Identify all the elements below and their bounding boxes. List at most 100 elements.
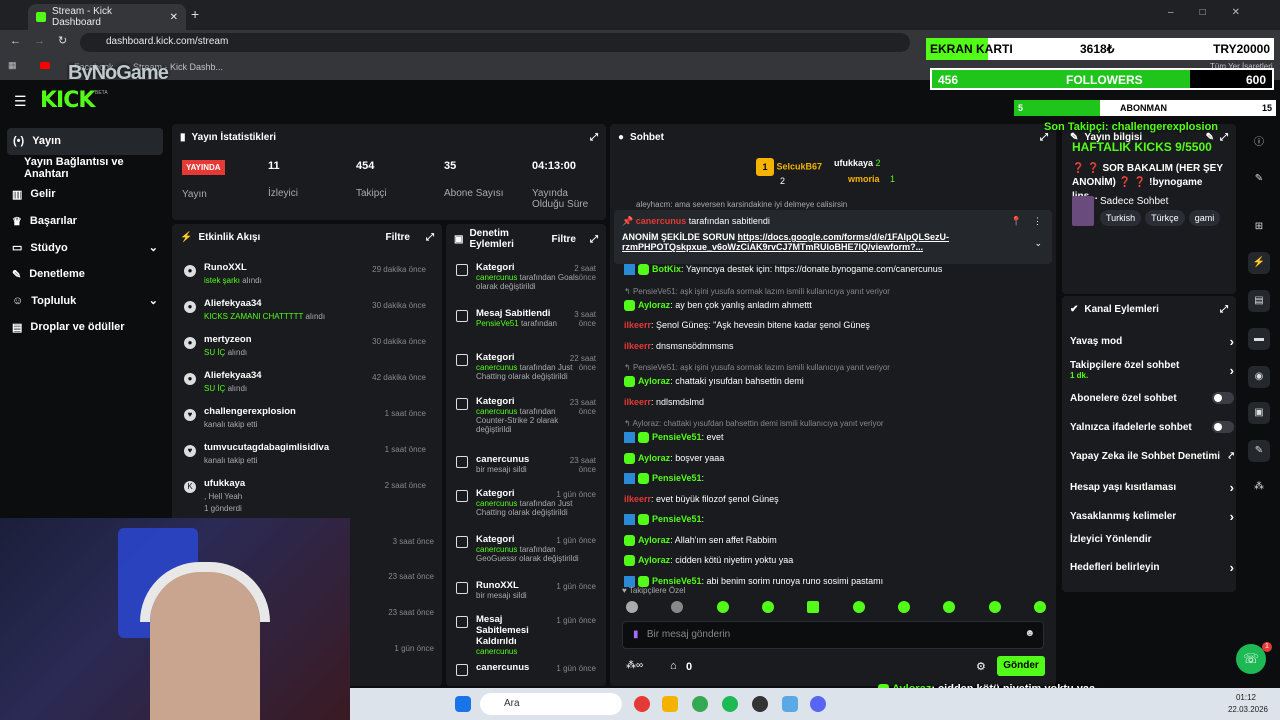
kick-logo[interactable]: KICK [40, 88, 95, 113]
popout-icon[interactable]: ⤢ [1040, 132, 1048, 143]
channel-action-item[interactable]: Yalnızca ifadelerle sohbet [1070, 421, 1234, 433]
chat-username[interactable]: Ayloraz [638, 376, 670, 386]
broadcast-icon[interactable]: ◉ [1248, 366, 1270, 388]
send-button[interactable]: Gönder [997, 656, 1045, 676]
forward-icon[interactable]: → [34, 35, 45, 47]
category-name[interactable]: Sadece Sohbet [1100, 196, 1168, 207]
taskbar-app-icon[interactable] [634, 696, 650, 712]
channel-action-item[interactable]: Yasaklanmış kelimeler › [1070, 509, 1234, 524]
channel-action-item[interactable]: Abonelere özel sohbet [1070, 392, 1234, 404]
more-icon[interactable]: ⋮ [1033, 216, 1042, 227]
pinned-link-cont[interactable]: rzmPHPOTQskpxue_v6oWzCiAK9rvCJ7MTmRUloBH… [622, 242, 1044, 252]
chat-username[interactable]: ilkeerr [624, 397, 651, 407]
emote-icon[interactable] [988, 601, 1001, 613]
back-icon[interactable]: ← [10, 35, 21, 47]
new-tab-button[interactable]: + [191, 6, 199, 22]
top-user[interactable]: SelcukB67 [777, 161, 823, 171]
chevron-down-icon[interactable]: ⌄ [1034, 238, 1042, 249]
channel-action-item[interactable]: Hedefleri belirleyin › [1070, 560, 1234, 575]
popout-icon[interactable]: ⤢ [1220, 132, 1228, 143]
top-user[interactable]: ufukkaya [834, 158, 873, 168]
chat-username[interactable]: ilkeerr [624, 341, 651, 351]
emoji-icon[interactable]: ☻ [1024, 628, 1035, 639]
pencil-icon[interactable]: ✎ [1248, 168, 1270, 190]
chat-bubble-icon[interactable]: ▬ [1248, 328, 1270, 350]
chat-username[interactable]: BotKix [652, 264, 681, 274]
window-controls[interactable]: –□✕ [1168, 7, 1266, 18]
crop-icon[interactable]: ⊞ [1248, 216, 1270, 238]
chat-username[interactable]: PensieVe51 [652, 432, 702, 442]
channel-action-item[interactable]: Hesap yaşı kısıtlaması › [1070, 480, 1234, 495]
chat-username[interactable]: Ayloraz [638, 555, 670, 565]
pinned-link[interactable]: https://docs.google.com/forms/d/e/1FAIpQ… [738, 232, 950, 242]
store-icon[interactable]: ⌂ [670, 660, 677, 672]
sidebar-item-topluluk[interactable]: ☺ Topluluk ⌄ [0, 288, 170, 315]
bolt-icon[interactable]: ⚡ [1248, 252, 1270, 274]
taskbar-app-icon[interactable] [752, 696, 768, 712]
sidebar-item-studyo[interactable]: ▭ Stüdyo ⌄ [0, 234, 170, 261]
sidebar-item-droplar[interactable]: ▤ Droplar ve ödüller [0, 314, 170, 341]
taskbar-app-icon[interactable] [782, 696, 798, 712]
emote-icon[interactable] [716, 601, 729, 613]
popout-icon[interactable]: ⤢ [590, 132, 598, 143]
points-icon[interactable]: ⁂∞ [626, 660, 643, 671]
chat-username[interactable]: PensieVe51 [652, 514, 702, 524]
popout-icon[interactable]: ⤢ [590, 234, 598, 245]
emote-icon[interactable] [943, 601, 956, 613]
community-icon[interactable]: ⁂ [1248, 476, 1270, 498]
chat-username[interactable]: PensieVe51 [652, 576, 702, 586]
filter-button[interactable]: Filtre [552, 234, 576, 245]
mic-icon[interactable]: ▮ [633, 629, 639, 640]
apps-icon[interactable]: ▦ [8, 60, 17, 71]
browser-tab[interactable]: Stream - Kick Dashboard ✕ [28, 4, 186, 30]
settings-gear-icon[interactable]: ⚙ [976, 660, 986, 673]
toggle-switch[interactable] [1212, 392, 1234, 404]
taskbar-app-icon[interactable] [810, 696, 826, 712]
channel-action-item[interactable]: Yapay Zeka ile Sohbet Denetimi ⤤ [1070, 451, 1234, 462]
menu-icon[interactable]: ☰ [14, 93, 27, 110]
windows-start-icon[interactable] [455, 696, 471, 712]
sidebar-item-stream-key[interactable]: Yayın Bağlantısı ve Anahtarı [0, 155, 170, 182]
chat-username[interactable]: ilkeerr [624, 494, 651, 504]
reload-icon[interactable]: ↻ [58, 34, 67, 47]
popout-icon[interactable]: ⤢ [1220, 304, 1228, 315]
youtube-bookmark-icon[interactable] [40, 62, 50, 69]
channel-action-item[interactable]: İzleyici Yönlendir [1070, 534, 1234, 545]
channel-action-item[interactable]: Takipçilere özel sohbet 1 dk. › [1070, 360, 1234, 380]
emote-icon[interactable] [852, 601, 865, 613]
pinned-by[interactable]: canercunus [636, 216, 687, 226]
chat-username[interactable]: Ayloraz [638, 453, 670, 463]
taskbar-search[interactable]: Ara [480, 693, 622, 715]
close-tab-icon[interactable]: ✕ [170, 12, 178, 23]
sidebar-item-basarilar[interactable]: ♛ Başarılar [0, 208, 170, 235]
info-icon[interactable]: ⓘ [1248, 132, 1270, 154]
channel-action-item[interactable]: Yavaş mod › [1070, 334, 1234, 349]
sidebar-item-denetleme[interactable]: ✎ Denetleme [0, 261, 170, 288]
chat-username[interactable]: Ayloraz [638, 300, 670, 310]
top-user[interactable]: wmoria [848, 174, 880, 184]
sidebar-item-yayin[interactable]: (•) Yayın [7, 128, 163, 155]
url-field[interactable]: dashboard.kick.com/stream [80, 33, 910, 52]
document-icon[interactable]: ▤ [1248, 290, 1270, 312]
tag[interactable]: gami [1188, 210, 1221, 226]
tag[interactable]: Türkçe [1145, 210, 1185, 226]
emote-icon[interactable] [671, 601, 684, 613]
chat-input[interactable]: ▮ Bir mesaj gönderin ☻ [622, 621, 1044, 649]
chat-username[interactable]: Ayloraz [638, 535, 670, 545]
emote-icon[interactable] [626, 601, 638, 613]
shield-icon[interactable]: ▣ [1248, 402, 1270, 424]
tag[interactable]: Turkish [1100, 210, 1142, 226]
chat-username[interactable]: PensieVe51 [652, 473, 702, 483]
emote-icon[interactable] [1033, 601, 1046, 613]
wrench-icon[interactable]: ✎ [1248, 440, 1270, 462]
popout-icon[interactable]: ⤢ [426, 232, 434, 243]
toggle-switch[interactable] [1212, 421, 1234, 433]
taskbar-app-icon[interactable] [662, 696, 678, 712]
emote-icon[interactable] [761, 601, 774, 613]
taskbar-app-icon[interactable] [692, 696, 708, 712]
emote-icon[interactable] [897, 601, 910, 613]
chat-username[interactable]: ilkeerr [624, 320, 651, 330]
pin-toggle-icon[interactable]: 📍 [1011, 216, 1022, 227]
taskbar-app-icon[interactable] [722, 696, 738, 712]
sidebar-item-gelir[interactable]: ▥ Gelir [0, 181, 170, 208]
